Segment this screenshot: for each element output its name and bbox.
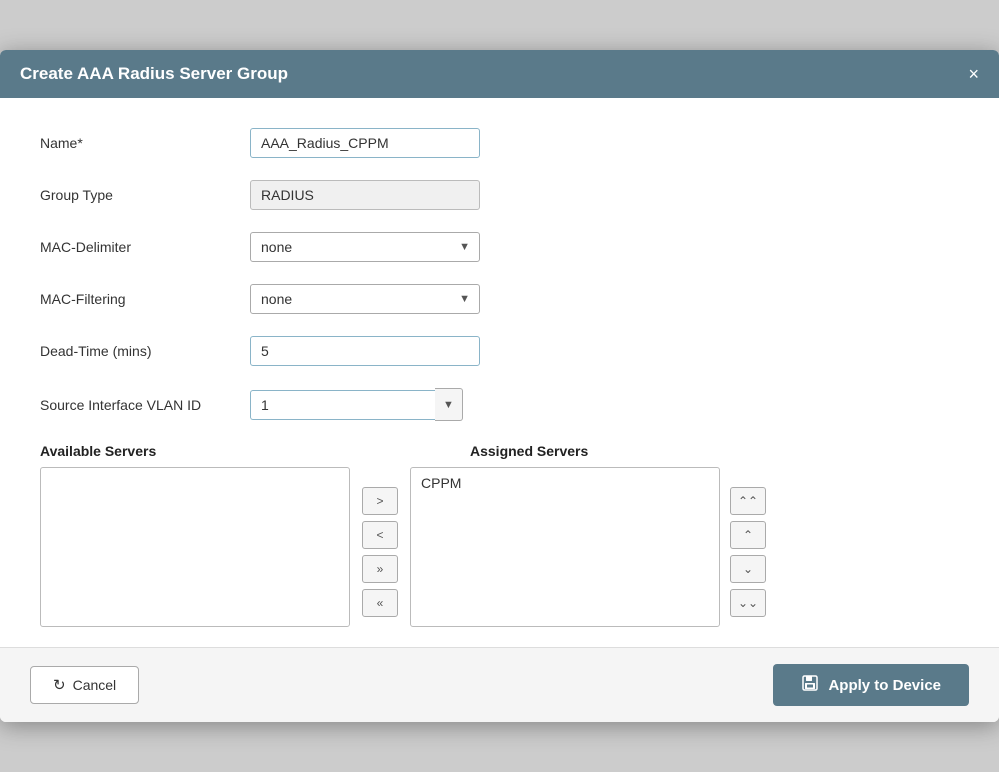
dialog-title: Create AAA Radius Server Group — [20, 64, 288, 84]
move-up-button[interactable]: ⌃ — [730, 521, 766, 549]
mac-filtering-select[interactable]: none enabled disabled — [250, 284, 480, 314]
dialog-footer: ↻ Cancel Apply to Device — [0, 647, 999, 722]
close-button[interactable]: × — [968, 65, 979, 83]
dead-time-label: Dead-Time (mins) — [40, 343, 250, 359]
move-down-button[interactable]: ⌄ — [730, 555, 766, 583]
group-type-input — [250, 180, 480, 210]
assigned-servers-label: Assigned Servers — [470, 443, 588, 459]
mac-delimiter-select[interactable]: none colon hyphen dot — [250, 232, 480, 262]
name-row: Name* — [40, 128, 959, 158]
dead-time-row: Dead-Time (mins) — [40, 336, 959, 366]
assigned-servers-list[interactable]: CPPM — [410, 467, 720, 627]
cancel-button[interactable]: ↻ Cancel — [30, 666, 139, 704]
list-item[interactable]: CPPM — [415, 472, 715, 494]
name-label: Name* — [40, 135, 250, 151]
name-input[interactable] — [250, 128, 480, 158]
order-buttons-group: ⌃⌃ ⌃ ⌄ ⌄⌄ — [730, 467, 766, 617]
move-right-button[interactable]: > — [362, 487, 398, 515]
dialog-header: Create AAA Radius Server Group × — [0, 50, 999, 98]
servers-section: Available Servers Assigned Servers > < »… — [40, 443, 959, 627]
mac-filtering-select-wrapper: none enabled disabled ▼ — [250, 284, 480, 314]
mac-filtering-label: MAC-Filtering — [40, 291, 250, 307]
apply-to-device-button[interactable]: Apply to Device — [773, 664, 969, 706]
mac-delimiter-row: MAC-Delimiter none colon hyphen dot ▼ — [40, 232, 959, 262]
move-bottom-button[interactable]: ⌄⌄ — [730, 589, 766, 617]
group-type-row: Group Type — [40, 180, 959, 210]
dead-time-input[interactable] — [250, 336, 480, 366]
vlan-dropdown-button[interactable]: ▼ — [435, 388, 463, 421]
cancel-label: Cancel — [73, 677, 117, 693]
dialog-body: Name* Group Type MAC-Delimiter none colo… — [0, 98, 999, 647]
available-servers-list[interactable] — [40, 467, 350, 627]
mac-delimiter-select-wrapper: none colon hyphen dot ▼ — [250, 232, 480, 262]
assigned-section: CPPM ⌃⌃ ⌃ ⌄ ⌄⌄ — [410, 467, 766, 627]
vlan-id-input[interactable] — [250, 390, 435, 420]
move-top-button[interactable]: ⌃⌃ — [730, 487, 766, 515]
servers-headers: Available Servers Assigned Servers — [40, 443, 959, 459]
apply-label: Apply to Device — [828, 677, 941, 694]
move-all-left-button[interactable]: « — [362, 589, 398, 617]
group-type-label: Group Type — [40, 187, 250, 203]
create-aaa-dialog: Create AAA Radius Server Group × Name* G… — [0, 50, 999, 722]
cancel-icon: ↻ — [53, 676, 66, 694]
mac-filtering-row: MAC-Filtering none enabled disabled ▼ — [40, 284, 959, 314]
move-left-button[interactable]: < — [362, 521, 398, 549]
mac-delimiter-label: MAC-Delimiter — [40, 239, 250, 255]
source-interface-row: Source Interface VLAN ID ▼ — [40, 388, 959, 421]
servers-row: > < » « CPPM ⌃⌃ ⌃ ⌄ ⌄⌄ — [40, 467, 959, 627]
source-interface-label: Source Interface VLAN ID — [40, 397, 250, 413]
available-servers-label: Available Servers — [40, 443, 350, 459]
transfer-buttons-group: > < » « — [362, 467, 398, 617]
save-icon — [801, 674, 819, 696]
move-all-right-button[interactable]: » — [362, 555, 398, 583]
vlan-id-wrapper: ▼ — [250, 388, 463, 421]
